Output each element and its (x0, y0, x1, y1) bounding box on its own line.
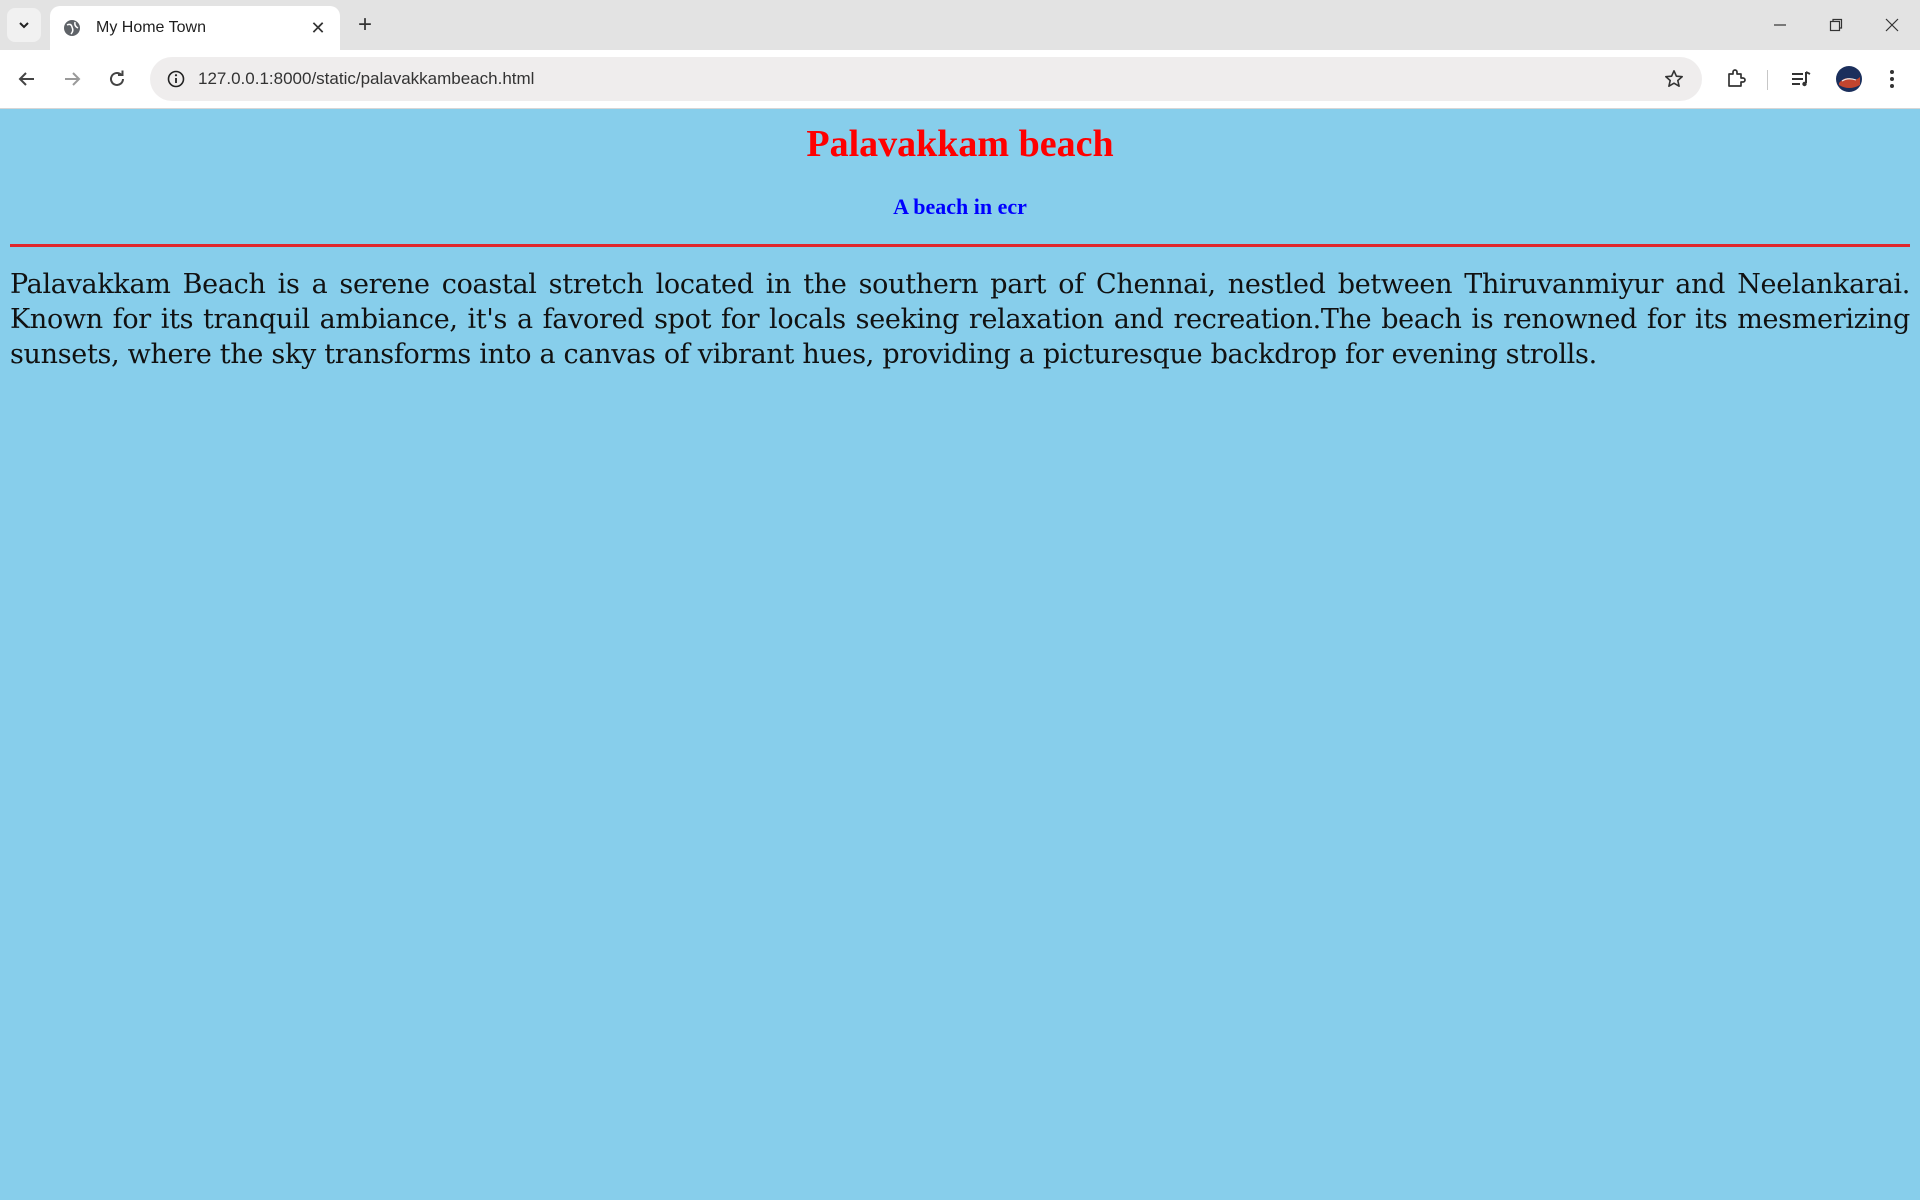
page-title: Palavakkam beach (806, 123, 1114, 165)
globe-icon (62, 18, 82, 38)
close-icon[interactable]: ✕ (304, 14, 332, 42)
window-close-icon[interactable] (1864, 0, 1920, 50)
tab-title: My Home Town (96, 19, 206, 36)
url-text[interactable]: 127.0.0.1:8000/static/palavakkambeach.ht… (198, 69, 1654, 89)
extensions-icon[interactable] (1720, 63, 1752, 95)
media-control-icon[interactable] (1785, 63, 1817, 95)
window-controls (1752, 0, 1920, 50)
tab-strip: My Home Town ✕ + (0, 0, 1920, 50)
active-tab[interactable]: My Home Town ✕ (50, 6, 340, 50)
description-paragraph: Palavakkam Beach is a serene coastal str… (10, 268, 1910, 370)
reload-icon[interactable] (101, 63, 133, 95)
minimize-icon[interactable] (1752, 0, 1808, 50)
browser-toolbar: 127.0.0.1:8000/static/palavakkambeach.ht… (0, 50, 1920, 109)
restore-icon[interactable] (1808, 0, 1864, 50)
toolbar-divider (1767, 70, 1768, 90)
profile-avatar[interactable] (1831, 61, 1867, 97)
forward-arrow-icon[interactable] (56, 63, 88, 95)
horizontal-rule (10, 243, 1910, 247)
site-info-icon[interactable] (154, 70, 198, 88)
tab-search-icon[interactable] (7, 8, 41, 42)
kebab-menu-icon[interactable] (1876, 63, 1908, 95)
bookmark-star-icon[interactable] (1654, 69, 1694, 89)
back-arrow-icon[interactable] (11, 63, 43, 95)
address-bar[interactable]: 127.0.0.1:8000/static/palavakkambeach.ht… (150, 57, 1702, 101)
plus-icon[interactable]: + (350, 10, 380, 40)
page-content: Palavakkam beach A beach in ecr Palavakk… (0, 109, 1920, 1200)
page-subtitle: A beach in ecr (893, 193, 1027, 219)
